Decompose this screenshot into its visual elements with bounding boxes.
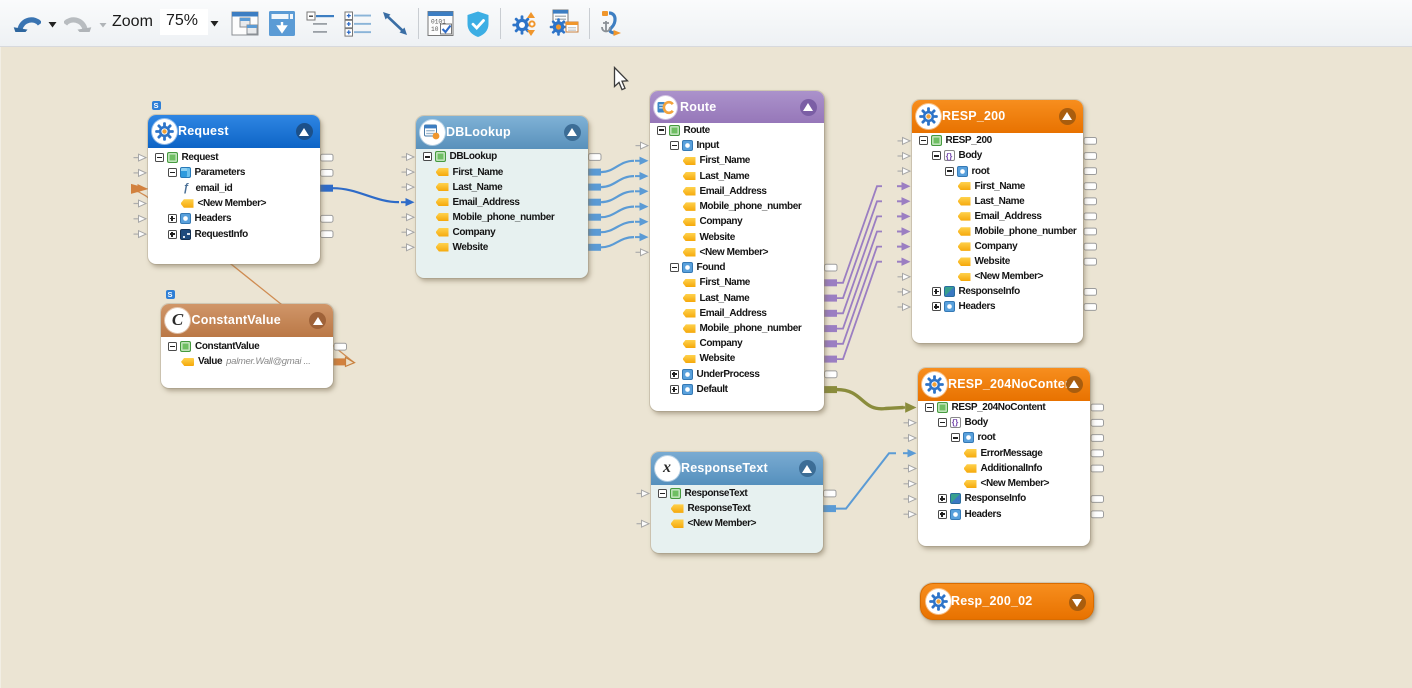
svg-text:10: 10 — [431, 26, 439, 33]
